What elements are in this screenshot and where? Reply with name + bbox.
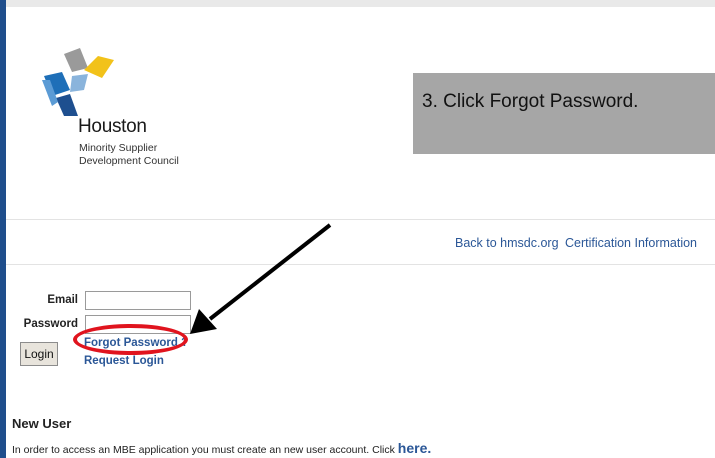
pointer-arrow-icon <box>190 223 332 334</box>
new-user-heading: New User <box>12 416 72 431</box>
here-link[interactable]: here. <box>398 440 431 456</box>
new-user-message: In order to access an MBE application yo… <box>12 444 398 456</box>
new-user-text: In order to access an MBE application yo… <box>12 440 431 456</box>
